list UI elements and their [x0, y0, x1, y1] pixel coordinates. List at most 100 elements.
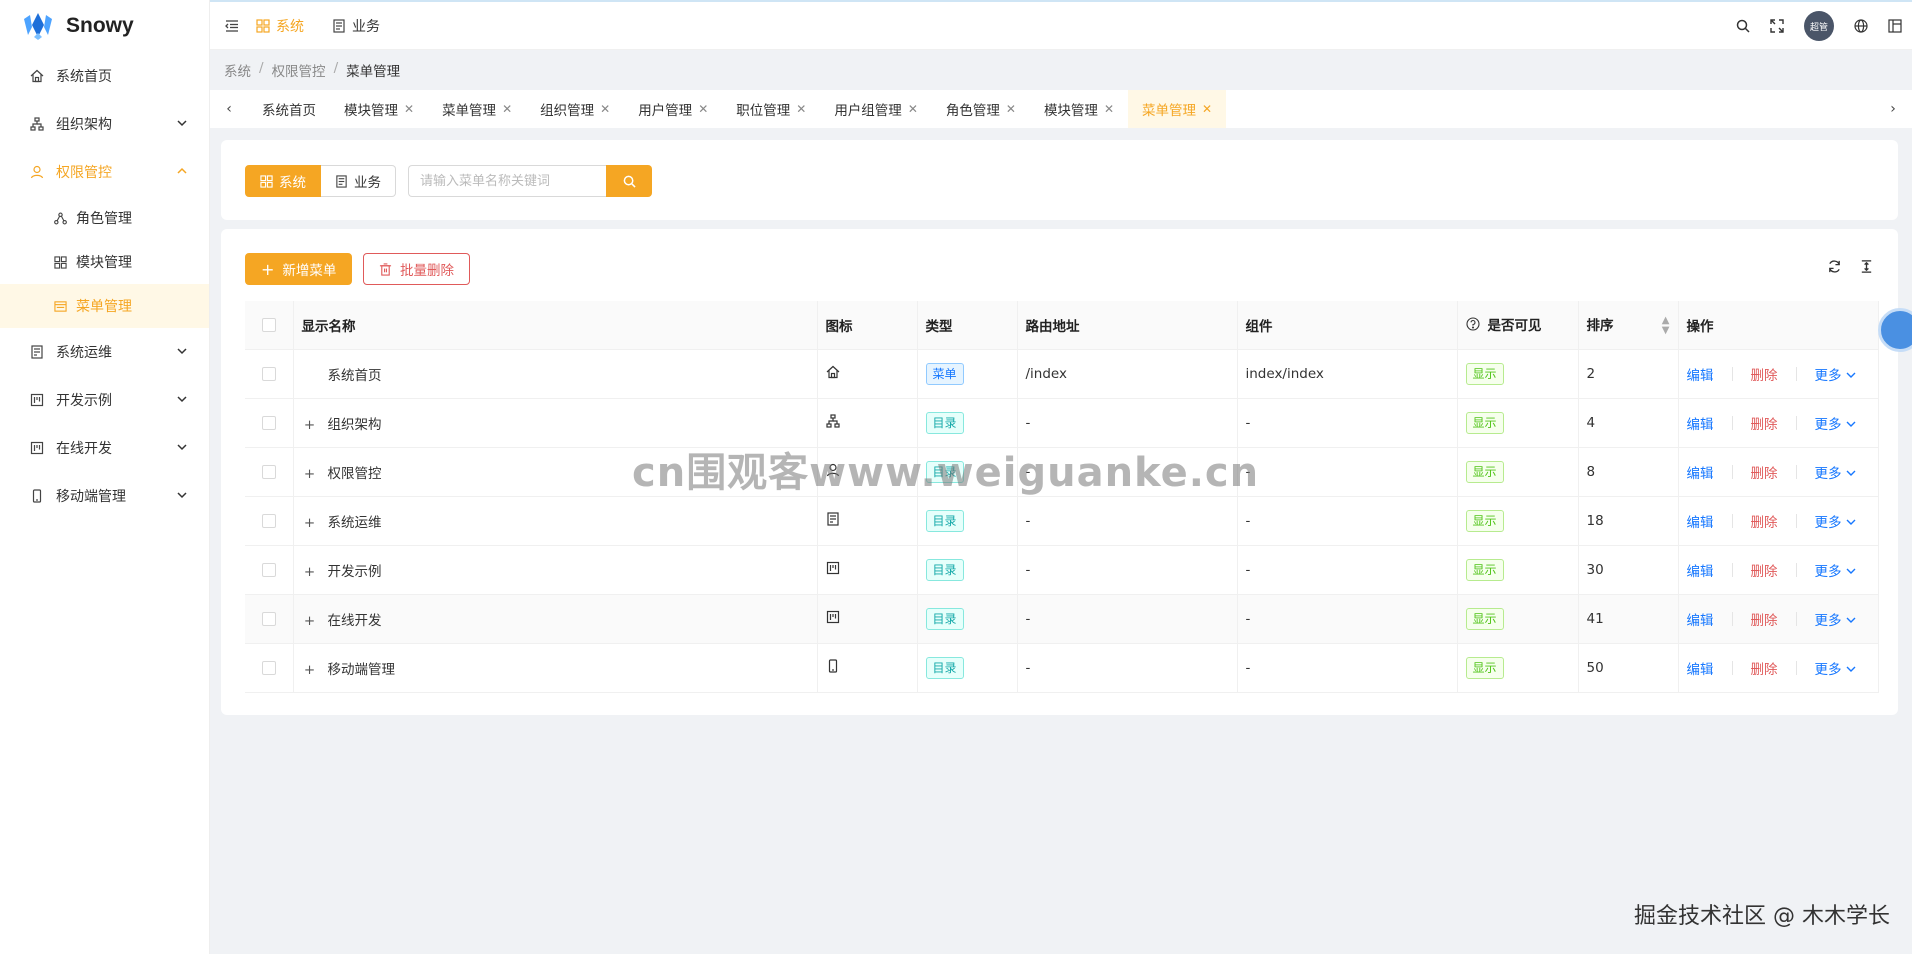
edit-link[interactable]: 编辑 — [1687, 560, 1714, 580]
logo[interactable]: Snowy — [0, 0, 209, 52]
more-dropdown[interactable]: 更多 — [1815, 364, 1856, 384]
tab-item[interactable]: 角色管理 ✕ — [932, 90, 1030, 128]
delete-link[interactable]: 删除 — [1751, 658, 1778, 678]
table-row[interactable]: 系统首页 菜单/index index/index 显示 2 编辑 删除 更多 — [245, 349, 1879, 399]
close-icon[interactable]: ✕ — [1006, 102, 1016, 116]
edit-link[interactable]: 编辑 — [1687, 658, 1714, 678]
col-sort-header[interactable]: 排序 ▲ ▼ — [1578, 301, 1679, 350]
search-input[interactable] — [408, 165, 606, 197]
sidebar-subitem[interactable]: 角色管理 — [0, 196, 209, 240]
topnav-business[interactable]: 业务 — [332, 16, 380, 36]
delete-link[interactable]: 删除 — [1751, 560, 1778, 580]
more-dropdown[interactable]: 更多 — [1815, 462, 1856, 482]
delete-link[interactable]: 删除 — [1751, 511, 1778, 531]
expand-icon[interactable]: + — [302, 564, 318, 580]
breadcrumb-item[interactable]: 系统 — [224, 60, 251, 80]
more-dropdown[interactable]: 更多 — [1815, 560, 1856, 580]
close-icon[interactable]: ✕ — [1104, 102, 1114, 116]
layout-icon[interactable] — [1878, 19, 1912, 33]
sidebar-item[interactable]: 在线开发 — [0, 424, 209, 472]
topnav-system[interactable]: 系统 — [256, 16, 304, 36]
globe-icon[interactable] — [1844, 19, 1878, 33]
close-icon[interactable]: ✕ — [600, 102, 610, 116]
delete-link[interactable]: 删除 — [1751, 364, 1778, 384]
sidebar-item[interactable]: 开发示例 — [0, 376, 209, 424]
more-dropdown[interactable]: 更多 — [1815, 609, 1856, 629]
menu-fold-icon[interactable] — [220, 14, 244, 38]
sidebar-subitem[interactable]: 模块管理 — [0, 240, 209, 284]
row-checkbox[interactable] — [261, 562, 276, 577]
column-height-icon[interactable] — [1850, 259, 1882, 274]
sort-icon[interactable]: ▲ ▼ — [1662, 315, 1670, 336]
expand-icon[interactable]: + — [302, 417, 318, 433]
more-dropdown[interactable]: 更多 — [1815, 511, 1856, 531]
row-checkbox[interactable] — [261, 415, 276, 430]
table-row[interactable]: + 移动端管理 目录 - - 显示 50 编辑 删除 更多 — [245, 643, 1879, 693]
row-checkbox[interactable] — [261, 611, 276, 626]
tab-item[interactable]: 组织管理 ✕ — [526, 90, 624, 128]
tab-item[interactable]: 系统首页 — [248, 90, 330, 128]
row-checkbox[interactable] — [261, 660, 276, 675]
sidebar-item[interactable]: 组织架构 — [0, 100, 209, 148]
row-checkbox[interactable] — [261, 464, 276, 479]
search-button[interactable] — [606, 165, 652, 197]
tab-item[interactable]: 用户管理 ✕ — [624, 90, 722, 128]
more-dropdown[interactable]: 更多 — [1815, 413, 1856, 433]
type-tag: 目录 — [925, 607, 964, 630]
edit-link[interactable]: 编辑 — [1687, 511, 1714, 531]
close-icon[interactable]: ✕ — [796, 102, 806, 116]
edit-link[interactable]: 编辑 — [1687, 609, 1714, 629]
expand-icon[interactable]: + — [302, 613, 318, 629]
tab-scroll-left-icon[interactable]: ‹ — [210, 90, 248, 128]
edit-link[interactable]: 编辑 — [1687, 413, 1714, 433]
sidebar-item[interactable]: 系统运维 — [0, 328, 209, 376]
table-row[interactable]: + 系统运维 目录 - - 显示 18 编辑 删除 更多 — [245, 496, 1879, 546]
row-checkbox[interactable] — [261, 513, 276, 528]
question-circle-icon[interactable] — [1465, 317, 1480, 331]
table-row[interactable]: + 开发示例 目录 - - 显示 30 编辑 删除 更多 — [245, 545, 1879, 595]
expand-icon[interactable]: + — [302, 515, 318, 531]
sidebar-item[interactable]: 系统首页 — [0, 52, 209, 100]
close-icon[interactable]: ✕ — [502, 102, 512, 116]
select-all-checkbox[interactable] — [261, 317, 276, 332]
add-menu-button[interactable]: + 新增菜单 — [245, 253, 353, 285]
tab-label: 职位管理 — [736, 103, 791, 119]
type-cell: 目录 — [917, 545, 1018, 595]
sidebar-subitem[interactable]: 菜单管理 — [0, 284, 209, 328]
tab-label: 用户组管理 — [834, 103, 902, 119]
edit-link[interactable]: 编辑 — [1687, 462, 1714, 482]
expand-icon[interactable]: + — [302, 662, 318, 678]
tab-scroll-right-icon[interactable]: › — [1874, 90, 1912, 128]
delete-link[interactable]: 删除 — [1751, 462, 1778, 482]
more-dropdown[interactable]: 更多 — [1815, 658, 1856, 678]
tab-item[interactable]: 职位管理 ✕ — [722, 90, 820, 128]
user-icon — [28, 163, 46, 181]
breadcrumb-item[interactable]: 权限管控 — [272, 60, 326, 80]
tab-item[interactable]: 模块管理 ✕ — [330, 90, 428, 128]
delete-link[interactable]: 删除 — [1751, 413, 1778, 433]
close-icon[interactable]: ✕ — [908, 102, 918, 116]
tab-item[interactable]: 菜单管理 ✕ — [1128, 90, 1227, 128]
close-icon[interactable]: ✕ — [404, 102, 414, 116]
avatar[interactable]: 超管 — [1804, 11, 1834, 41]
row-actions: 编辑 删除 更多 — [1687, 462, 1870, 482]
batch-delete-button[interactable]: 批量删除 — [363, 253, 470, 285]
sidebar-item[interactable]: 权限管控 — [0, 148, 209, 196]
close-icon[interactable]: ✕ — [698, 102, 708, 116]
row-select-cell — [245, 447, 294, 497]
fullscreen-icon[interactable] — [1760, 19, 1794, 33]
edit-link[interactable]: 编辑 — [1687, 364, 1714, 384]
table-row[interactable]: + 在线开发 目录 - - 显示 41 编辑 删除 更多 — [245, 594, 1879, 644]
tab-item[interactable]: 模块管理 ✕ — [1030, 90, 1128, 128]
close-icon[interactable]: ✕ — [1202, 102, 1212, 116]
switch-system-button[interactable]: 系统 — [245, 165, 321, 197]
expand-icon[interactable]: + — [302, 466, 318, 482]
tab-item[interactable]: 用户组管理 ✕ — [820, 90, 932, 128]
refresh-icon[interactable] — [1818, 259, 1850, 274]
tab-item[interactable]: 菜单管理 ✕ — [428, 90, 526, 128]
row-checkbox[interactable] — [261, 366, 276, 381]
delete-link[interactable]: 删除 — [1751, 609, 1778, 629]
switch-business-button[interactable]: 业务 — [321, 165, 396, 197]
search-icon[interactable] — [1726, 19, 1760, 33]
sidebar-item[interactable]: 移动端管理 — [0, 472, 209, 520]
